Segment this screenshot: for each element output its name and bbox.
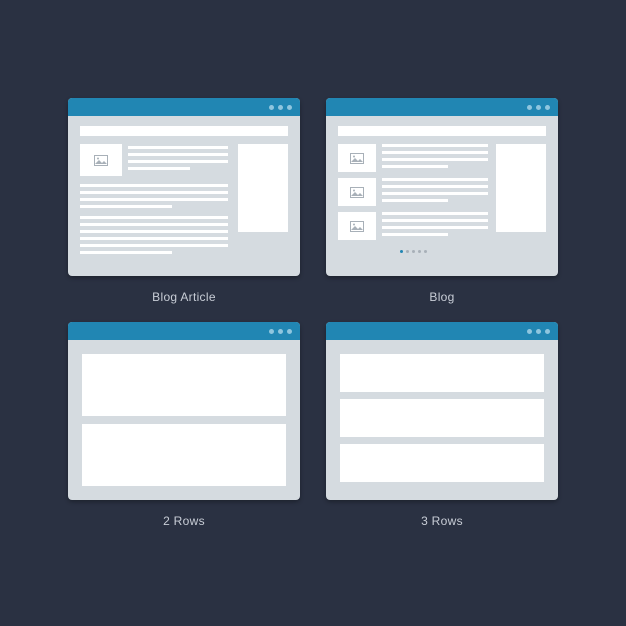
window-control-dot — [287, 329, 292, 334]
row-placeholder — [340, 399, 544, 437]
text-line — [382, 158, 488, 161]
image-placeholder-icon — [80, 144, 122, 176]
window-content — [326, 116, 558, 276]
template-3-rows: 3 Rows — [326, 322, 558, 528]
page-dot — [418, 250, 421, 253]
text-line — [80, 251, 172, 254]
window-titlebar — [68, 322, 300, 340]
text-line — [382, 165, 448, 168]
window-control-dot — [269, 329, 274, 334]
template-label: Blog — [429, 290, 454, 304]
text-line — [80, 230, 228, 233]
window-control-dot — [536, 329, 541, 334]
template-blog-article: Blog Article — [68, 98, 300, 304]
text-line — [80, 205, 172, 208]
window-control-dot — [278, 329, 283, 334]
window-content — [326, 340, 558, 500]
template-2-rows: 2 Rows — [68, 322, 300, 528]
template-label: 2 Rows — [163, 514, 205, 528]
window-frame — [68, 322, 300, 500]
image-placeholder-icon — [338, 212, 376, 240]
text-line — [80, 237, 228, 240]
text-line — [80, 198, 228, 201]
header-placeholder — [80, 126, 288, 136]
text-line — [382, 233, 448, 236]
template-label: 3 Rows — [421, 514, 463, 528]
text-line — [382, 219, 488, 222]
window-frame — [326, 98, 558, 276]
window-frame — [326, 322, 558, 500]
text-line — [80, 184, 228, 187]
text-line — [382, 178, 488, 181]
header-placeholder — [338, 126, 546, 136]
text-line — [80, 244, 228, 247]
row-placeholder — [340, 354, 544, 392]
text-line — [382, 212, 488, 215]
picture-icon — [350, 153, 364, 164]
text-line — [80, 223, 228, 226]
window-control-dot — [536, 105, 541, 110]
text-line — [382, 226, 488, 229]
text-line — [382, 185, 488, 188]
window-control-dot — [527, 105, 532, 110]
row-placeholder — [82, 424, 286, 486]
template-blog: Blog — [326, 98, 558, 304]
window-control-dot — [527, 329, 532, 334]
text-line — [128, 146, 228, 149]
window-content — [68, 340, 300, 500]
page-dot — [406, 250, 409, 253]
window-titlebar — [68, 98, 300, 116]
window-control-dot — [545, 329, 550, 334]
window-frame — [68, 98, 300, 276]
window-content — [68, 116, 300, 276]
row-placeholder — [82, 354, 286, 416]
template-label: Blog Article — [152, 290, 216, 304]
text-line — [382, 151, 488, 154]
window-control-dot — [278, 105, 283, 110]
text-line — [80, 216, 228, 219]
text-line — [128, 160, 228, 163]
image-placeholder-icon — [338, 178, 376, 206]
window-control-dot — [287, 105, 292, 110]
window-control-dot — [545, 105, 550, 110]
text-line — [382, 144, 488, 147]
text-line — [382, 199, 448, 202]
image-placeholder-icon — [338, 144, 376, 172]
pagination-dots — [338, 250, 488, 253]
sidebar-placeholder — [496, 144, 546, 232]
text-line — [128, 167, 190, 170]
picture-icon — [94, 155, 108, 166]
text-line — [128, 153, 228, 156]
row-placeholder — [340, 444, 544, 482]
window-control-dot — [269, 105, 274, 110]
page-dot — [412, 250, 415, 253]
page-dot — [424, 250, 427, 253]
page-dot — [400, 250, 403, 253]
sidebar-placeholder — [238, 144, 288, 232]
window-titlebar — [326, 322, 558, 340]
window-titlebar — [326, 98, 558, 116]
text-line — [382, 192, 488, 195]
text-line — [80, 191, 228, 194]
picture-icon — [350, 187, 364, 198]
picture-icon — [350, 221, 364, 232]
